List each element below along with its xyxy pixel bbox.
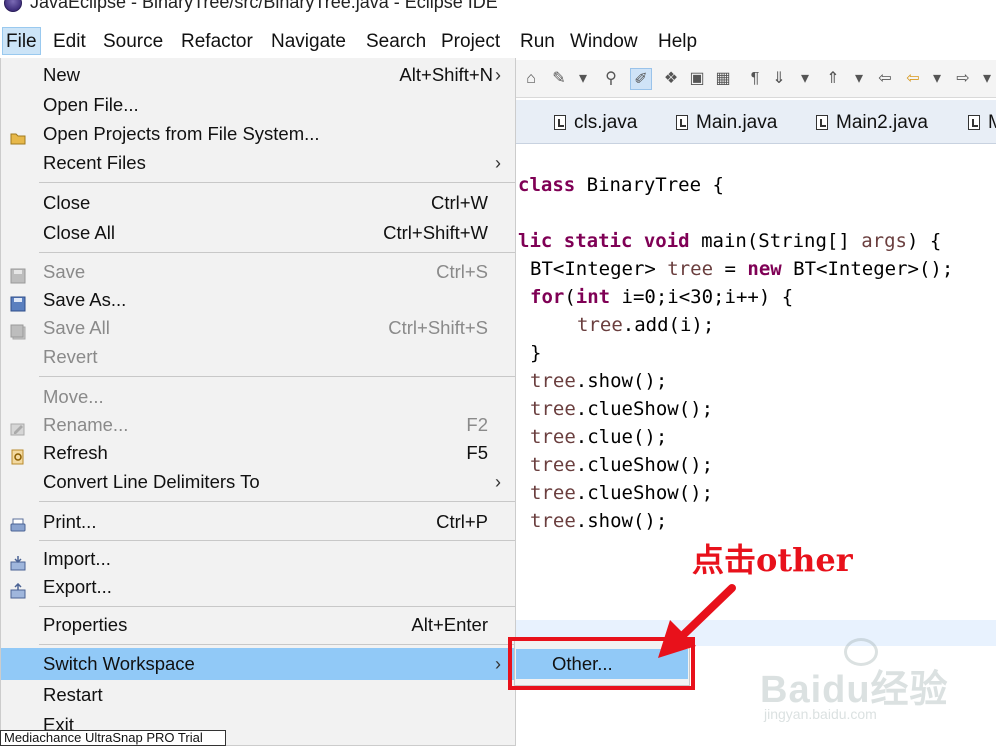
last-edit-icon[interactable]: ⇦	[874, 68, 896, 90]
annotation-next-icon[interactable]: ⇓	[768, 68, 790, 90]
search-icon[interactable]: ⚲	[600, 68, 622, 90]
menu-item-properties[interactable]: Properties Alt+Enter	[1, 611, 515, 639]
mark-icon[interactable]: ❖	[660, 68, 682, 90]
menu-item-open-projects[interactable]: Open Projects from File System...	[1, 120, 515, 148]
menu-separator	[39, 644, 515, 645]
code-line: }	[530, 342, 542, 364]
block-icon[interactable]: ▣	[686, 68, 708, 90]
menu-item-rename[interactable]: Rename... F2	[1, 411, 515, 439]
menu-source[interactable]: Source	[103, 28, 163, 56]
menu-item-new[interactable]: New Alt+Shift+N ›	[1, 61, 515, 89]
title-bar: JavaEclipse - BinaryTree/src/BinaryTree.…	[0, 0, 996, 22]
chevron-right-icon: ›	[495, 472, 501, 492]
save-as-icon	[10, 292, 26, 312]
menu-item-convert-line-delimiters[interactable]: Convert Line Delimiters To ›	[1, 468, 515, 496]
refresh-icon	[10, 445, 26, 465]
menu-item-switch-workspace[interactable]: Switch Workspace ›	[1, 648, 515, 680]
folder-icon	[10, 126, 26, 145]
export-icon	[10, 579, 26, 599]
code-line: tree.show();	[530, 510, 668, 532]
menu-item-save[interactable]: Save Ctrl+S	[1, 258, 515, 286]
menu-item-save-all[interactable]: Save All Ctrl+Shift+S	[1, 314, 515, 342]
menu-refactor[interactable]: Refactor	[181, 28, 253, 56]
tab-m-java[interactable]: M	[968, 108, 996, 138]
menu-bar: File Edit Source Refactor Navigate Searc…	[0, 22, 996, 58]
code-line: tree.add(i);	[577, 314, 715, 336]
code-line: for(int i=0;i<30;i++) {	[530, 286, 794, 308]
menu-item-recent-files[interactable]: Recent Files ›	[1, 149, 515, 177]
menu-help[interactable]: Help	[658, 28, 697, 56]
menu-item-restart[interactable]: Restart	[1, 681, 515, 709]
pilcrow-icon[interactable]: ¶	[744, 68, 766, 90]
code-line: BT<Integer> tree = new BT<Integer>();	[530, 258, 954, 280]
back-icon[interactable]: ⇦	[902, 68, 924, 90]
menu-window[interactable]: Window	[570, 28, 638, 56]
java-file-icon	[554, 115, 566, 130]
annotation-arrow-icon	[658, 584, 736, 658]
code-line: class BinaryTree {	[518, 174, 724, 196]
menu-run[interactable]: Run	[520, 28, 555, 56]
toolbar: ⌂ ✎ ▾ ⚲ ✐ ❖ ▣ ▦ ¶ ⇓ ▾ ⇑ ▾ ⇦ ⇦ ▾ ⇨ ▾	[516, 60, 996, 98]
trial-label: Mediachance UltraSnap PRO Trial	[0, 730, 226, 746]
save-icon	[10, 264, 26, 284]
chevron-right-icon: ›	[495, 65, 501, 85]
chevron-down-icon[interactable]: ▾	[848, 68, 870, 90]
code-line: lic static void main(String[] args) {	[518, 230, 942, 252]
baidu-watermark: Baidu经验 jingyan.baidu.com	[760, 634, 960, 724]
chevron-right-icon: ›	[495, 654, 501, 674]
chevron-right-icon: ›	[495, 153, 501, 173]
editor-tabs: cls.java Main.java Main2.java M	[516, 100, 996, 144]
menu-item-close[interactable]: Close Ctrl+W	[1, 189, 515, 217]
print-icon	[10, 514, 26, 532]
window-title: JavaEclipse - BinaryTree/src/BinaryTree.…	[30, 0, 498, 12]
highlight-icon[interactable]: ✐	[630, 68, 652, 90]
open-folder-icon[interactable]: ⌂	[520, 68, 542, 90]
import-icon	[10, 551, 26, 571]
grid-icon[interactable]: ▦	[712, 68, 734, 90]
tab-cls-java[interactable]: cls.java	[554, 108, 637, 138]
menu-search[interactable]: Search	[366, 28, 426, 56]
menu-separator	[39, 606, 515, 607]
chevron-down-icon[interactable]: ▾	[926, 68, 948, 90]
annotation-prev-icon[interactable]: ⇑	[822, 68, 844, 90]
menu-navigate[interactable]: Navigate	[271, 28, 346, 56]
code-line: tree.show();	[530, 370, 668, 392]
code-line: tree.clueShow();	[530, 398, 714, 420]
menu-separator	[39, 376, 515, 377]
java-file-icon	[676, 115, 688, 130]
menu-item-revert[interactable]: Revert	[1, 343, 515, 371]
menu-separator	[39, 540, 515, 541]
java-file-icon	[968, 115, 980, 130]
menu-item-export[interactable]: Export...	[1, 573, 515, 601]
menu-item-import[interactable]: Import...	[1, 545, 515, 573]
menu-item-save-as[interactable]: Save As...	[1, 286, 515, 314]
menu-separator	[39, 182, 515, 183]
forward-icon[interactable]: ⇨	[952, 68, 974, 90]
code-line: tree.clue();	[530, 426, 668, 448]
annotation-text: 点击other	[692, 541, 853, 579]
chevron-down-icon[interactable]: ▾	[794, 68, 816, 90]
chevron-down-icon[interactable]: ▾	[572, 68, 594, 90]
debug-icon[interactable]: ✎	[548, 68, 570, 90]
menu-item-print[interactable]: Print... Ctrl+P	[1, 508, 515, 536]
menu-item-open-file[interactable]: Open File...	[1, 91, 515, 119]
chevron-down-icon[interactable]: ▾	[976, 68, 996, 90]
code-line: tree.clueShow();	[530, 482, 714, 504]
java-file-icon	[816, 115, 828, 130]
rename-icon	[10, 417, 26, 436]
menu-separator	[39, 501, 515, 502]
tab-main2-java[interactable]: Main2.java	[816, 108, 928, 138]
tab-main-java[interactable]: Main.java	[676, 108, 777, 138]
menu-file[interactable]: File	[2, 27, 41, 55]
menu-item-move[interactable]: Move...	[1, 383, 515, 411]
file-menu: New Alt+Shift+N › Open File... Open Proj…	[0, 58, 516, 746]
eclipse-icon	[4, 0, 22, 12]
save-all-icon	[10, 320, 26, 340]
menu-separator	[39, 252, 515, 253]
code-line: tree.clueShow();	[530, 454, 714, 476]
menu-item-close-all[interactable]: Close All Ctrl+Shift+W	[1, 219, 515, 247]
menu-project[interactable]: Project	[441, 28, 500, 56]
menu-item-refresh[interactable]: Refresh F5	[1, 439, 515, 467]
menu-edit[interactable]: Edit	[53, 28, 86, 56]
